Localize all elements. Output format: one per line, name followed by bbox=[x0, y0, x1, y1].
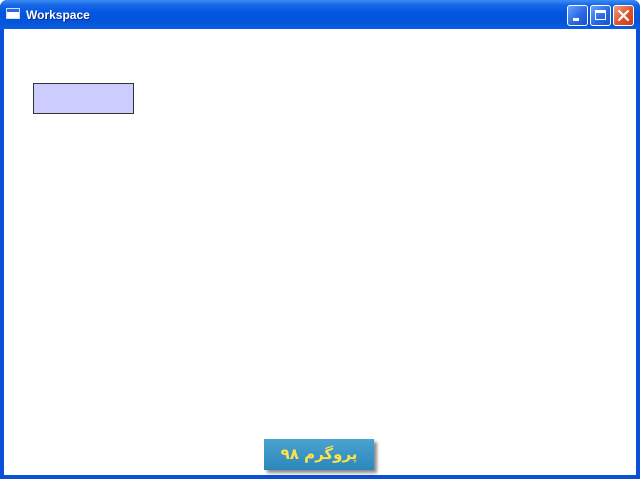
maximize-icon bbox=[595, 10, 606, 20]
minimize-button[interactable] bbox=[567, 5, 588, 26]
close-button[interactable] bbox=[613, 5, 634, 26]
title-bar[interactable]: Workspace bbox=[0, 0, 640, 29]
maximize-button[interactable] bbox=[590, 5, 611, 26]
rectangle-shape[interactable] bbox=[33, 83, 134, 114]
minimize-icon bbox=[573, 18, 579, 21]
watermark-label: پروگرم ۹۸ bbox=[264, 439, 374, 470]
app-window: Workspace پروگرم ۹۸ bbox=[0, 0, 640, 479]
window-title: Workspace bbox=[26, 8, 90, 22]
window-app-icon[interactable] bbox=[6, 8, 20, 19]
workspace-canvas[interactable]: پروگرم ۹۸ bbox=[4, 29, 636, 475]
close-icon bbox=[617, 9, 630, 22]
